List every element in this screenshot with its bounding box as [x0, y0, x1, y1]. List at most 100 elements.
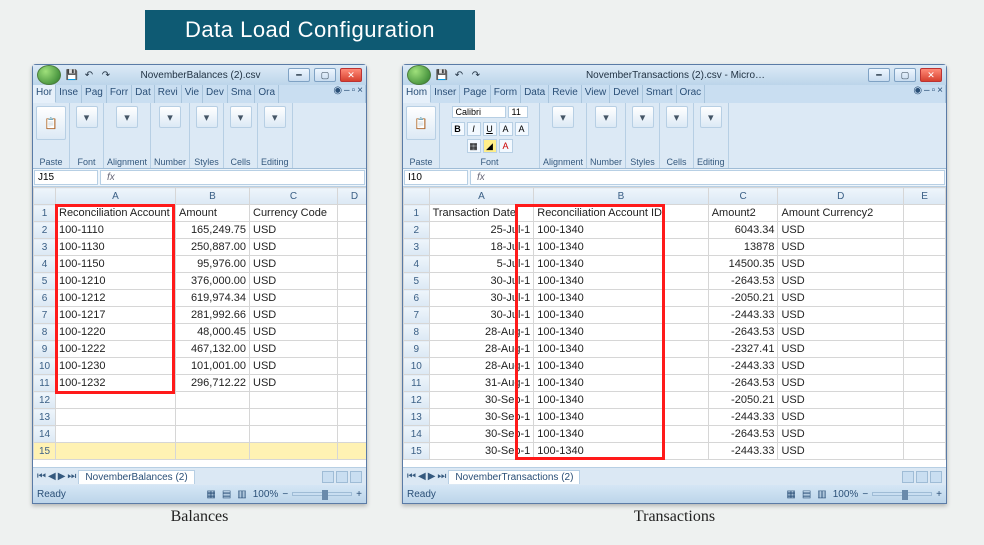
font-grow-button[interactable]: A	[499, 122, 513, 136]
bold-button[interactable]: B	[451, 122, 465, 136]
ribbon-tab[interactable]: Ora	[255, 85, 279, 103]
view-break-icon[interactable]: ▥	[817, 489, 826, 500]
cell[interactable]: 100-1230	[56, 358, 176, 375]
ribbon-tab[interactable]: Page	[460, 85, 490, 103]
row-header[interactable]: 2	[404, 222, 430, 239]
ribbon-button[interactable]: ▾	[632, 106, 654, 128]
zoom-in-button[interactable]: +	[356, 489, 362, 500]
row-header[interactable]: 10	[404, 358, 430, 375]
ribbon-button[interactable]: ▾	[700, 106, 722, 128]
font-family-select[interactable]: Calibri	[452, 106, 506, 118]
cell[interactable]: -2443.33	[708, 307, 778, 324]
ribbon-tab[interactable]: Pag	[82, 85, 107, 103]
row-header[interactable]: 2	[34, 222, 56, 239]
cell[interactable]: 100-1340	[534, 307, 708, 324]
column-header[interactable]: C	[250, 188, 338, 205]
cell[interactable]: USD	[778, 307, 904, 324]
cell[interactable]: 14500.35	[708, 256, 778, 273]
ribbon-button[interactable]: ▾	[159, 106, 181, 128]
cell[interactable]	[904, 273, 946, 290]
cell[interactable]: -2643.53	[708, 324, 778, 341]
mdi-minimize-icon[interactable]: –	[344, 85, 350, 103]
minimize-button[interactable]: ━	[288, 68, 310, 82]
cell[interactable]: USD	[778, 443, 904, 460]
row-header[interactable]: 7	[34, 307, 56, 324]
ribbon-tab[interactable]: Hor	[33, 85, 56, 103]
cell[interactable]: 619,974.34	[176, 290, 250, 307]
cell[interactable]: 5-Jul-1	[429, 256, 534, 273]
cell[interactable]: USD	[250, 256, 338, 273]
row-header[interactable]: 1	[34, 205, 56, 222]
ribbon-button[interactable]: ▾	[76, 106, 98, 128]
cell[interactable]: 30-Jul-1	[429, 290, 534, 307]
ribbon-button[interactable]: ▾	[595, 106, 617, 128]
column-header[interactable]: B	[534, 188, 708, 205]
view-layout-icon[interactable]: ▤	[222, 489, 231, 500]
hscroll-right-icon[interactable]	[350, 471, 362, 483]
cell[interactable]: Transaction Date	[429, 205, 534, 222]
close-button[interactable]: ✕	[920, 68, 942, 82]
cell[interactable]	[904, 426, 946, 443]
cell[interactable]: Currency Code	[250, 205, 338, 222]
cell[interactable]	[338, 392, 367, 409]
row-header[interactable]: 15	[34, 443, 56, 460]
font-shrink-button[interactable]: A	[515, 122, 529, 136]
formula-bar[interactable]	[100, 170, 365, 185]
close-button[interactable]: ✕	[340, 68, 362, 82]
sheet-nav-last-icon[interactable]: ⏭	[437, 471, 446, 482]
cell[interactable]: 95,976.00	[176, 256, 250, 273]
redo-icon[interactable]: ↷	[99, 68, 113, 82]
undo-icon[interactable]: ↶	[452, 68, 466, 82]
row-header[interactable]: 1	[404, 205, 430, 222]
ribbon-tab[interactable]: Revi	[155, 85, 182, 103]
cell[interactable]: 100-1340	[534, 256, 708, 273]
cell[interactable]: -2443.33	[708, 409, 778, 426]
cell[interactable]	[250, 443, 338, 460]
cell[interactable]: 100-1217	[56, 307, 176, 324]
cell[interactable]	[250, 426, 338, 443]
name-box[interactable]: I10	[404, 170, 468, 185]
ribbon-tab[interactable]: Hom	[403, 85, 431, 103]
cell[interactable]: 100-1340	[534, 290, 708, 307]
cell[interactable]: -2643.53	[708, 273, 778, 290]
ribbon-button[interactable]: ▾	[230, 106, 252, 128]
cell[interactable]	[338, 239, 367, 256]
cell[interactable]: 48,000.45	[176, 324, 250, 341]
cell[interactable]	[338, 358, 367, 375]
mdi-restore-icon[interactable]: ▫	[932, 85, 936, 103]
cell[interactable]: USD	[250, 239, 338, 256]
row-header[interactable]: 13	[404, 409, 430, 426]
cell[interactable]	[176, 443, 250, 460]
ribbon-tab[interactable]: View	[582, 85, 611, 103]
mdi-close-icon[interactable]: ×	[357, 85, 363, 103]
cell[interactable]	[338, 324, 367, 341]
cell[interactable]: 100-1212	[56, 290, 176, 307]
cell[interactable]	[904, 358, 946, 375]
cell[interactable]: 6043.34	[708, 222, 778, 239]
cell[interactable]	[250, 392, 338, 409]
ribbon-tab[interactable]: Devel	[610, 85, 643, 103]
ribbon-tab[interactable]: Forr	[107, 85, 132, 103]
row-header[interactable]: 3	[34, 239, 56, 256]
cell[interactable]: USD	[778, 239, 904, 256]
cell[interactable]: 100-1340	[534, 324, 708, 341]
cell[interactable]: 100-1210	[56, 273, 176, 290]
ribbon-tab[interactable]: Sma	[228, 85, 256, 103]
cell[interactable]: USD	[250, 290, 338, 307]
cell[interactable]: 100-1340	[534, 443, 708, 460]
sheet-nav-prev-icon[interactable]: ◀	[48, 471, 56, 482]
cell[interactable]	[338, 443, 367, 460]
cell[interactable]: USD	[250, 324, 338, 341]
maximize-button[interactable]: ▢	[894, 68, 916, 82]
minimize-button[interactable]: ━	[868, 68, 890, 82]
ribbon-button[interactable]: ▾	[552, 106, 574, 128]
ribbon-tab[interactable]: Revie	[549, 85, 582, 103]
zoom-out-button[interactable]: −	[282, 489, 288, 500]
save-icon[interactable]: 💾	[435, 68, 449, 82]
cell[interactable]: 31-Aug-1	[429, 375, 534, 392]
cell[interactable]: 100-1340	[534, 409, 708, 426]
cell[interactable]: 13878	[708, 239, 778, 256]
row-header[interactable]: 4	[404, 256, 430, 273]
cell[interactable]: 100-1340	[534, 358, 708, 375]
font-size-select[interactable]: 11	[508, 106, 528, 118]
